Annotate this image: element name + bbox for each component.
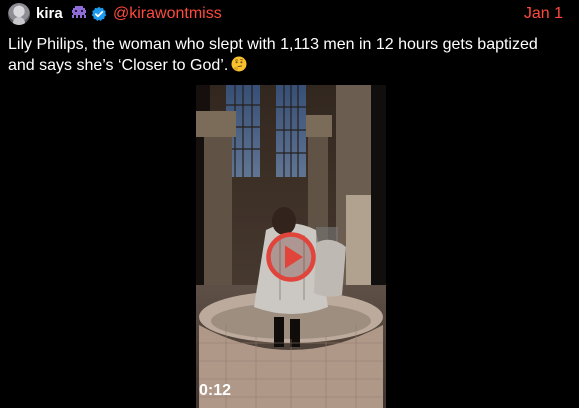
thinking-face-icon — [231, 56, 247, 72]
display-name[interactable]: kira — [36, 5, 63, 23]
avatar[interactable] — [8, 3, 30, 25]
video-player[interactable]: 0:12 — [196, 85, 386, 408]
author-handle[interactable]: @kirawontmiss — [113, 5, 222, 23]
post-text-body: Lily Philips, the woman who slept with 1… — [8, 36, 538, 74]
tweet-post: kira @kirawontmiss Jan 1 Lily Philips, t… — [0, 0, 579, 408]
post-text: Lily Philips, the woman who slept with 1… — [8, 34, 568, 76]
video-duration: 0:12 — [199, 382, 232, 399]
play-icon[interactable] — [265, 231, 317, 283]
post-date[interactable]: Jan 1 — [524, 5, 563, 23]
verified-badge-icon — [91, 6, 107, 21]
post-header: kira @kirawontmiss Jan 1 — [0, 0, 579, 30]
alien-monster-icon — [72, 6, 86, 18]
